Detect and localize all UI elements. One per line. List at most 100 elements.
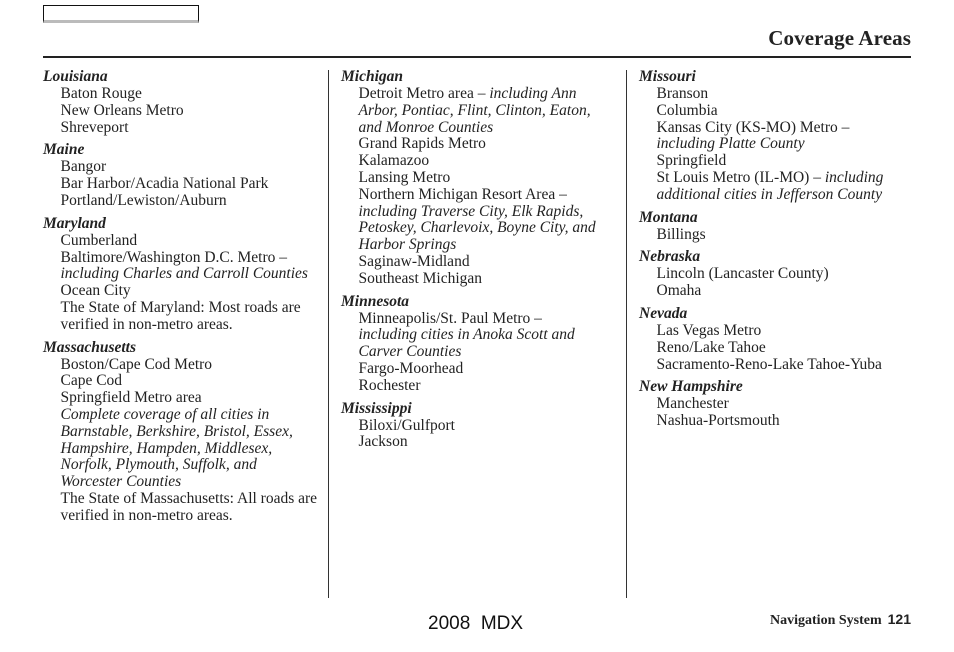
state-heading: Mississippi — [341, 399, 412, 417]
state-section: Maine Bangor Bar Harbor/Acadia National Pa… — [43, 141, 319, 209]
entry-text: The State of Massachusetts: All roads ar… — [60, 489, 318, 524]
entry-text: Kalamazoo — [358, 152, 430, 170]
coverage-entry: Kansas City (KS-MO) Metro – including Pla… — [639, 118, 915, 154]
coverage-entry: Bangor — [43, 158, 319, 176]
state-heading: Michigan — [341, 68, 404, 85]
coverage-entry: Branson — [639, 85, 915, 103]
state-heading: Massachusetts — [43, 338, 137, 356]
entry-text: Rochester — [358, 376, 421, 394]
entry-text: Cape Cod — [60, 372, 123, 390]
state-heading: Maine — [43, 141, 85, 159]
entry-text: Saginaw-Midland — [358, 252, 470, 270]
entry-text: Ocean City — [60, 282, 131, 300]
coverage-entry: Rochester — [341, 376, 617, 395]
coverage-entry: Bar Harbor/Acadia National Park — [43, 175, 319, 193]
state-heading: Montana — [639, 208, 698, 226]
entry-text: Springfield — [656, 152, 727, 170]
state-section: Louisiana Baton Rouge New Orleans Metro Shr… — [43, 68, 319, 136]
entry-text: Jackson — [358, 433, 408, 451]
section-tab-box — [43, 5, 199, 23]
entry-text: Nashua-Portsmouth — [656, 412, 780, 430]
coverage-entry: Springfield — [639, 152, 915, 170]
coverage-entry: Springfield Metro area — [43, 389, 319, 407]
entry-text: Cumberland — [60, 231, 138, 249]
entry-text: Las Vegas Metro — [656, 321, 762, 339]
coverage-entry: Ocean City — [43, 282, 319, 300]
coverage-entry: New Orleans Metro — [43, 101, 319, 120]
entry-text: Lansing Metro — [358, 168, 451, 186]
entry-text: Columbia — [656, 101, 718, 119]
entry-text: Sacramento-Reno-Lake Tahoe-Yuba — [656, 355, 882, 373]
entry-text: Baltimore/Washington D.C. Metro – — [60, 248, 288, 266]
entry-text: Biloxi/Gulfport — [358, 416, 455, 434]
entry-text: Branson — [656, 85, 709, 102]
entry-text: Baton Rouge — [60, 85, 142, 102]
coverage-entry: Omaha — [639, 282, 915, 300]
state-heading: Missouri — [639, 68, 696, 85]
entry-detail: including Traverse City, Elk Rapids, Pet… — [358, 202, 596, 254]
state-section: Mississippi Biloxi/Gulfport Jackson — [341, 400, 617, 452]
entry-text: Manchester — [656, 395, 729, 413]
footer-page-info: Navigation System 121 — [770, 611, 911, 629]
entry-text: Northern Michigan Resort Area – — [358, 185, 567, 203]
coverage-entry: Las Vegas Metro — [639, 321, 915, 340]
page-title: Coverage Areas — [768, 26, 911, 50]
coverage-entry: Southeast Michigan — [341, 269, 617, 288]
state-heading: New Hampshire — [639, 378, 743, 396]
state-heading: Maryland — [43, 214, 106, 232]
coverage-entry: Baltimore/Washington D.C. Metro – includi… — [43, 248, 319, 284]
entry-text: St Louis Metro (IL-MO) – — [656, 168, 821, 186]
entry-text: Boston/Cape Cod Metro — [60, 355, 213, 373]
column-3: Missouri Branson Columbia Kansas City (KS-M… — [639, 68, 915, 435]
state-section: Minnesota Minneapolis/St. Paul Metro – inc… — [341, 293, 617, 395]
coverage-entry: Saginaw-Midland — [341, 252, 617, 271]
coverage-entry: Lansing Metro — [341, 168, 617, 187]
entry-text: Kansas City (KS-MO) Metro – — [656, 118, 850, 136]
coverage-entry: Minneapolis/St. Paul Metro – including ci… — [341, 309, 617, 361]
entry-text: Billings — [656, 225, 706, 243]
state-heading: Nebraska — [639, 248, 701, 266]
state-heading: Nevada — [639, 304, 688, 322]
coverage-entry: Cumberland — [43, 231, 319, 250]
entry-text: Shreveport — [60, 118, 129, 136]
state-heading: Minnesota — [341, 292, 410, 310]
entry-detail: Complete coverage of all cities in Barns… — [60, 405, 293, 491]
coverage-entry: Sacramento-Reno-Lake Tahoe-Yuba — [639, 355, 915, 374]
coverage-entry: Biloxi/Gulfport — [341, 416, 617, 435]
entry-text: The State of Maryland: Most roads are ve… — [60, 298, 301, 333]
state-section: Montana Billings — [639, 209, 915, 244]
coverage-entry: Fargo-Moorhead — [341, 359, 617, 378]
coverage-entry: Shreveport — [43, 118, 319, 137]
coverage-entry: Boston/Cape Cod Metro — [43, 355, 319, 374]
entry-text: Springfield Metro area — [60, 389, 202, 407]
coverage-entry: Columbia — [639, 101, 915, 120]
entry-text: Fargo-Moorhead — [358, 359, 464, 377]
entry-text: Minneapolis/St. Paul Metro – — [358, 309, 542, 327]
entry-detail: including Platte County — [656, 135, 805, 153]
entry-detail: including cities in Anoka Scott and Carv… — [358, 326, 575, 361]
coverage-entry: The State of Massachusetts: All roads ar… — [43, 489, 319, 525]
state-section: Massachusetts Boston/Cape Cod Metro Cape C… — [43, 339, 319, 525]
footer-model: 2008 MDX — [428, 613, 524, 634]
entry-text: Detroit Metro area – — [358, 85, 486, 102]
state-section: Missouri Branson Columbia Kansas City (KS-M… — [639, 68, 915, 204]
entry-text: Omaha — [656, 282, 702, 300]
column-1: Louisiana Baton Rouge New Orleans Metro Shr… — [43, 68, 319, 530]
column-divider — [328, 70, 329, 598]
coverage-entry: Nashua-Portsmouth — [639, 412, 915, 430]
entry-text: New Orleans Metro — [60, 101, 184, 119]
coverage-entry: Reno/Lake Tahoe — [639, 339, 915, 357]
coverage-entry: Billings — [639, 225, 915, 244]
entry-detail: including Charles and Carroll Counties — [60, 265, 308, 283]
entry-text: Southeast Michigan — [358, 269, 483, 287]
coverage-entry: Cape Cod — [43, 372, 319, 390]
entry-text: Portland/Lewiston/Auburn — [60, 191, 227, 209]
entry-text: Lincoln (Lancaster County) — [656, 265, 829, 283]
coverage-entry: St Louis Metro (IL-MO) – including addit… — [639, 168, 915, 204]
coverage-entry: Complete coverage of all cities in Barns… — [43, 405, 319, 491]
entry-text: Grand Rapids Metro — [358, 135, 486, 153]
state-section: Nebraska Lincoln (Lancaster County) Omaha — [639, 248, 915, 300]
coverage-entry: Lincoln (Lancaster County) — [639, 265, 915, 283]
entry-text: Bangor — [60, 158, 107, 176]
coverage-entry: Portland/Lewiston/Auburn — [43, 191, 319, 210]
